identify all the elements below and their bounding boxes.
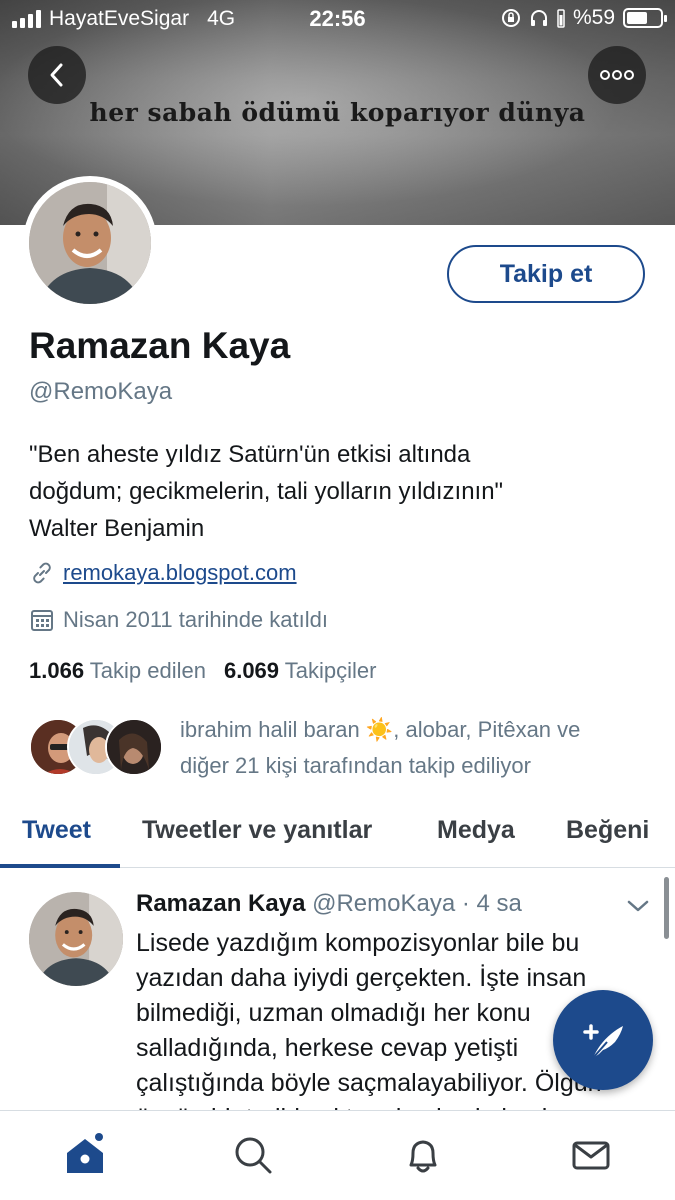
followed-by-line: ibrahim halil baran ☀️, alobar, Pitêxan … (180, 717, 581, 742)
battery-percent: %59 (572, 6, 615, 29)
chevron-down-icon (627, 900, 649, 912)
tweet-avatar[interactable] (29, 892, 123, 986)
headphones-icon (530, 10, 547, 26)
more-options-icon (600, 70, 634, 80)
calendar-icon (31, 610, 53, 631)
back-button[interactable] (28, 46, 86, 104)
profile-name: Ramazan Kaya (29, 325, 291, 366)
nav-notifications[interactable] (401, 1133, 445, 1177)
following-label: Takip edilen (89, 658, 206, 683)
nav-search[interactable] (231, 1133, 275, 1177)
tweet-line: özgün bir tarihi yoktur, devrimci akımla… (136, 1101, 656, 1110)
orientation-lock-icon (501, 9, 520, 27)
person-photo (29, 892, 123, 986)
follow-button[interactable]: Takip et (447, 245, 645, 303)
bio-line: doğdum; gecikmelerin, tali yolların yıld… (29, 478, 504, 505)
compose-feather-icon (583, 1024, 623, 1059)
tweet-time: · 4 sa (461, 890, 522, 917)
search-icon (235, 1137, 272, 1174)
profile-handle: @RemoKaya (29, 378, 173, 405)
joined-date: Nisan 2011 tarihinde katıldı (63, 607, 328, 632)
followed-by-line: diğer 21 kişi tarafından takip ediliyor (180, 753, 531, 778)
banner-quote: her sabah ödümü koparıyor dünya (89, 98, 586, 127)
tweet-header: Ramazan Kaya @RemoKaya · 4 sa (136, 890, 522, 918)
website-link[interactable]: remokaya.blogspot.com (63, 560, 297, 586)
bottom-navigation (0, 1110, 675, 1200)
profile-website-row: remokaya.blogspot.com (29, 560, 297, 586)
followers-label: Takipçiler (284, 658, 377, 683)
status-right: %59 (501, 6, 667, 30)
followers-count: 6.069 (223, 658, 280, 683)
scrollbar[interactable] (664, 877, 669, 939)
home-icon (67, 1133, 103, 1173)
tab-likes[interactable]: Beğeni (566, 816, 649, 845)
battery-icon (623, 8, 667, 28)
messages-icon (572, 1141, 610, 1170)
tweet-menu-button[interactable] (624, 892, 652, 920)
tab-tweets-and-replies[interactable]: Tweetler ve yanıtlar (142, 816, 372, 845)
battery-vertical-icon (557, 9, 565, 28)
tweet-line: Lisede yazdığım kompozisyonlar bile bu (136, 929, 580, 957)
tweet-line: yazıdan daha iyiydi gerçekten. İşte insa… (136, 964, 587, 992)
nav-home[interactable] (63, 1133, 107, 1177)
status-bar: HayatEveSigar 4G 22:56 %59 (0, 0, 675, 38)
avatar-photo (29, 182, 151, 304)
bio-line: Walter Benjamin (29, 515, 205, 542)
compose-tweet-button[interactable] (553, 990, 653, 1090)
following-count: 1.066 (29, 658, 85, 683)
link-icon (33, 562, 51, 584)
profile-stats: 1.066 Takip edilen 6.069 Takipçiler (29, 658, 376, 684)
follower-avatars (29, 718, 164, 778)
more-options-button[interactable] (588, 46, 646, 104)
follower-avatar (105, 718, 163, 776)
profile-joined-row: Nisan 2011 tarihinde katıldı (29, 607, 328, 633)
followers-stat[interactable]: 6.069 Takipçiler (224, 658, 376, 684)
tweet-author-handle: @RemoKaya (312, 890, 456, 917)
followed-by-section[interactable]: ibrahim halil baran ☀️, alobar, Pitêxan … (29, 712, 649, 782)
tab-tweets[interactable]: Tweet (22, 816, 91, 845)
followed-by-text: ibrahim halil baran ☀️, alobar, Pitêxan … (180, 712, 650, 784)
notifications-icon (409, 1140, 437, 1173)
profile-tabs: Tweet Tweetler ve yanıtlar Medya Beğeni (0, 808, 675, 868)
active-tab-indicator (0, 864, 120, 868)
bio-line: "Ben aheste yıldız Satürn'ün etkisi altı… (29, 441, 471, 468)
profile-bio: "Ben aheste yıldız Satürn'ün etkisi altı… (29, 436, 649, 547)
profile-avatar[interactable] (23, 176, 157, 310)
tweet-author-name[interactable]: Ramazan Kaya (136, 890, 305, 917)
person-photo (29, 182, 151, 304)
tab-media[interactable]: Medya (437, 816, 515, 845)
nav-messages[interactable] (569, 1133, 613, 1177)
chevron-left-icon (50, 63, 63, 87)
following-stat[interactable]: 1.066 Takip edilen (29, 658, 206, 684)
